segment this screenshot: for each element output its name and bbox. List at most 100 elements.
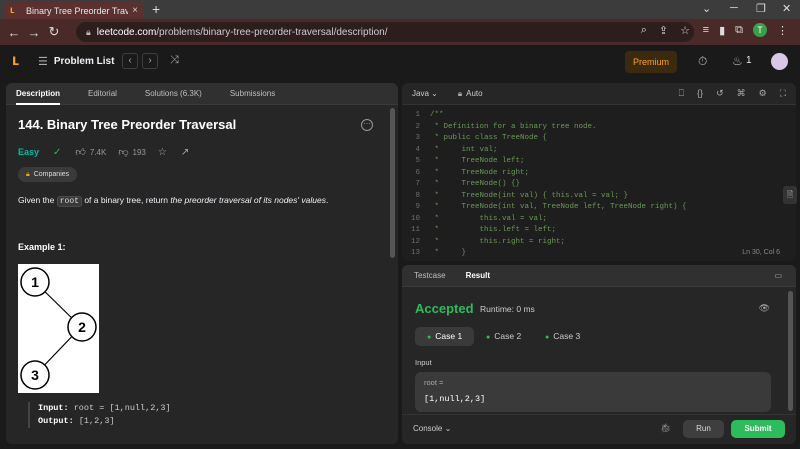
code-text: * TreeNode() {} bbox=[430, 180, 521, 188]
user-avatar[interactable] bbox=[771, 53, 788, 70]
share-icon[interactable]: ⇪ bbox=[659, 24, 668, 37]
shuffle-icon[interactable]: ⤨ bbox=[170, 54, 179, 67]
maximize-icon[interactable]: ❐ bbox=[756, 2, 766, 15]
prev-problem-chevron-icon[interactable]: ‹ bbox=[122, 53, 138, 69]
share-link-icon[interactable]: ↗ bbox=[181, 147, 189, 158]
runtime-text: Runtime: 0 ms bbox=[480, 304, 535, 314]
code-line[interactable]: 9 * TreeNode(int val, TreeNode left, Tre… bbox=[402, 202, 796, 214]
code-line[interactable]: 8 * TreeNode(int val) { this.val = val; … bbox=[402, 191, 796, 203]
code-text: * int val; bbox=[430, 145, 498, 154]
code-area[interactable]: 1 /** 2 * Definition for a binary tree nod… bbox=[402, 110, 796, 260]
run-button[interactable]: Run bbox=[683, 420, 724, 438]
browser-tab[interactable]: ʟ Binary Tree Preorder Traversal - L × bbox=[4, 2, 144, 19]
fullscreen-icon[interactable]: ⛶ bbox=[780, 88, 786, 99]
extensions-icon[interactable]: ⧉ bbox=[735, 24, 743, 37]
leetcode-favicon-icon: ʟ bbox=[10, 4, 15, 16]
eye-icon[interactable]: 👁︎ bbox=[759, 303, 770, 314]
input-var-value: [1,null,2,3] bbox=[424, 394, 486, 404]
new-tab-button[interactable]: + bbox=[152, 1, 160, 17]
notes-icon[interactable]: 🗎︎ bbox=[783, 186, 797, 204]
tab-solutions[interactable]: Solutions (6.3K) bbox=[145, 83, 202, 105]
problem-meta: Easy ✓ 👍︎ 7.4K 👎︎ 193 ☆ ↗ bbox=[18, 146, 193, 159]
code-line[interactable]: 3 * public class TreeNode { bbox=[402, 133, 796, 145]
command-icon[interactable]: ⌘ bbox=[737, 88, 746, 99]
result-panel: Testcase Result ▭ Accepted Runtime: 0 ms… bbox=[402, 265, 796, 444]
more-options-icon[interactable]: ⋯ bbox=[361, 119, 373, 131]
settings-gear-icon[interactable]: ⚙ bbox=[759, 88, 767, 99]
case-1-button[interactable]: ● Case 1 bbox=[415, 327, 475, 346]
code-text: * TreeNode(int val) { this.val = val; } bbox=[430, 191, 629, 200]
bookmark-star-icon[interactable]: ☆ bbox=[680, 24, 690, 37]
language-select[interactable]: Java ⌄ bbox=[412, 89, 438, 98]
console-toggle[interactable]: Console ⌄ bbox=[413, 424, 451, 433]
favorite-star-icon[interactable]: ☆ bbox=[158, 147, 167, 158]
tab-result[interactable]: Result bbox=[466, 265, 490, 287]
browser-toolbar: ← → ↻ 🔒︎ leetcode.com /problems/binary-t… bbox=[0, 19, 800, 45]
sidebar-icon[interactable]: ▮ bbox=[719, 24, 725, 37]
description-scrollbar[interactable] bbox=[390, 108, 395, 258]
result-scrollbar[interactable] bbox=[788, 291, 793, 411]
reading-list-icon[interactable]: ≡ bbox=[703, 24, 709, 36]
braces-icon[interactable]: {} bbox=[697, 88, 703, 99]
case-3-button[interactable]: ● Case 3 bbox=[533, 327, 592, 346]
code-line[interactable]: 10 * this.val = val; bbox=[402, 214, 796, 226]
line-number: 3 bbox=[415, 134, 420, 142]
address-bar[interactable]: 🔒︎ leetcode.com /problems/binary-tree-pr… bbox=[76, 22, 694, 42]
code-line[interactable]: 11 * this.left = left; bbox=[402, 225, 796, 237]
forward-arrow-icon[interactable]: → bbox=[24, 25, 44, 40]
code-line[interactable]: 7 * TreeNode() {} bbox=[402, 179, 796, 191]
profile-avatar[interactable]: T bbox=[753, 23, 767, 37]
problem-list-label: Problem List bbox=[53, 56, 115, 67]
line-number: 10 bbox=[410, 214, 420, 223]
code-line[interactable]: 2 * Definition for a binary tree node. bbox=[402, 122, 796, 134]
auto-mode-label[interactable]: Auto bbox=[466, 89, 482, 98]
tab-submissions[interactable]: Submissions bbox=[230, 83, 275, 105]
back-arrow-icon[interactable]: ← bbox=[4, 25, 24, 40]
minimize-icon[interactable]: ─ bbox=[730, 2, 738, 14]
tab-description[interactable]: Description bbox=[16, 83, 61, 105]
example-title: Example 1: bbox=[18, 242, 66, 252]
tab-editorial[interactable]: Editorial bbox=[88, 83, 117, 105]
code-line[interactable]: 4 * int val; bbox=[402, 145, 796, 157]
line-number: 11 bbox=[410, 226, 420, 234]
timer-icon[interactable]: ⏱ bbox=[698, 54, 707, 69]
tree-node-1: 1 bbox=[31, 274, 39, 290]
tab-search-chevron-icon[interactable]: ⌄ bbox=[702, 2, 711, 15]
code-line[interactable]: 6 * TreeNode right; bbox=[402, 168, 796, 180]
tab-close-icon[interactable]: × bbox=[132, 5, 138, 16]
debug-bug-icon[interactable]: 🐞︎ bbox=[660, 423, 671, 434]
browser-tabbar: ʟ Binary Tree Preorder Traversal - L × +… bbox=[0, 0, 800, 19]
case-2-button[interactable]: ● Case 2 bbox=[474, 327, 533, 346]
companies-tag[interactable]: 🔒︎ Companies bbox=[18, 167, 78, 182]
leetcode-logo-icon[interactable]: ʟ bbox=[12, 52, 32, 72]
accepted-status: Accepted bbox=[415, 301, 474, 316]
code-line[interactable]: 5 * TreeNode left; bbox=[402, 156, 796, 168]
code-line[interactable]: 13 * } bbox=[402, 248, 796, 260]
premium-button[interactable]: Premium bbox=[625, 51, 677, 73]
bookmark-icon[interactable]: ⎕ bbox=[679, 88, 684, 99]
streak-count: 1 bbox=[746, 55, 752, 66]
thumbs-down-icon[interactable]: 👎︎ bbox=[118, 146, 128, 158]
reset-icon[interactable]: ↺ bbox=[716, 88, 724, 99]
submit-button[interactable]: Submit bbox=[731, 420, 785, 438]
streak-fire-icon[interactable]: ♨ bbox=[732, 54, 743, 68]
code-line[interactable]: 12 * this.right = right; bbox=[402, 237, 796, 249]
next-problem-chevron-icon[interactable]: › bbox=[142, 53, 158, 69]
list-icon: ☰ bbox=[38, 56, 48, 68]
thumbs-up-icon[interactable]: 👍︎ bbox=[75, 146, 85, 158]
root-code: root bbox=[56, 196, 82, 207]
lock-icon: 🔒︎ bbox=[26, 170, 30, 178]
tree-node-3: 3 bbox=[31, 367, 39, 383]
tab-testcase[interactable]: Testcase bbox=[414, 265, 446, 287]
line-number: 4 bbox=[415, 145, 420, 154]
problem-list-button[interactable]: ☰ Problem List bbox=[38, 55, 114, 68]
site-info-icon[interactable]: 🔒︎ bbox=[86, 27, 91, 38]
tree-node-2: 2 bbox=[78, 319, 86, 335]
code-text: * this.right = right; bbox=[430, 237, 566, 246]
zoom-icon[interactable]: ⌕ bbox=[641, 24, 647, 37]
window-close-icon[interactable]: ✕ bbox=[782, 2, 791, 15]
expand-panel-icon[interactable]: ▭ bbox=[774, 271, 782, 280]
code-line[interactable]: 1 /** bbox=[402, 110, 796, 122]
reload-icon[interactable]: ↻ bbox=[44, 24, 64, 40]
browser-menu-icon[interactable]: ⋮ bbox=[777, 24, 788, 37]
